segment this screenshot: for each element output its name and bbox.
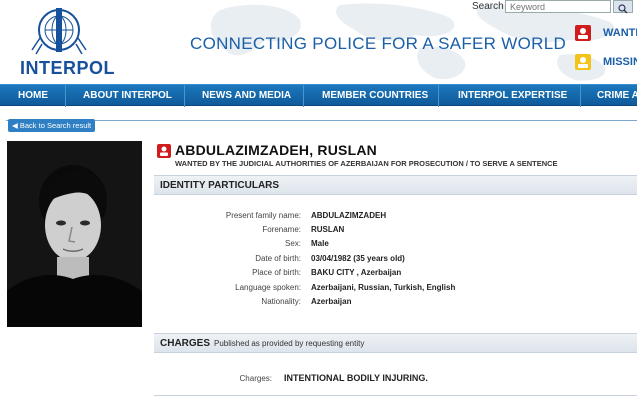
particular-label: Present family name: (225, 211, 301, 220)
portrait-image (7, 141, 142, 327)
site-slogan: CONNECTING POLICE FOR A SAFER WORLD (190, 34, 567, 53)
particular-value: Azerbaijani, Russian, Turkish, English (311, 283, 456, 292)
logo-wordmark[interactable]: INTERPOL (20, 58, 115, 79)
search-icon (618, 4, 628, 14)
charges-value: INTENTIONAL BODILY INJURING. (284, 373, 428, 383)
wanted-person-name: ABDULAZIMZADEH, RUSLAN (175, 142, 377, 158)
charges-row: Charges: INTENTIONAL BODILY INJURING. (154, 373, 637, 388)
particular-label: Place of birth: (252, 268, 301, 277)
identity-section-title: IDENTITY PARTICULARS (160, 180, 280, 191)
charges-section-subtitle: Published as provided by requesting enti… (214, 339, 365, 348)
main-navigation: HOME ABOUT INTERPOL NEWS AND MEDIA MEMBE… (0, 84, 637, 107)
notice-content: ◀ Back to Search result ABDULAZIMZADEH, … (0, 107, 637, 400)
search-label: Search : (472, 1, 510, 12)
particular-row: Present family name: ABDULAZIMZADEH (154, 211, 637, 225)
missing-icon (575, 54, 591, 70)
nav-divider (303, 85, 304, 107)
back-to-search-button[interactable]: ◀ Back to Search result (8, 119, 96, 132)
particular-row: Place of birth: BAKU CITY , Azerbaijan (154, 268, 637, 282)
missing-link[interactable]: MISSING (575, 52, 637, 72)
wanted-link[interactable]: WANTED (575, 23, 637, 43)
nav-divider (65, 85, 66, 107)
nav-news-and-media[interactable]: NEWS AND MEDIA (202, 90, 291, 101)
nav-home[interactable]: HOME (18, 90, 48, 101)
nav-interpol-expertise[interactable]: INTERPOL EXPERTISE (458, 90, 567, 101)
particular-row: Nationality: Azerbaijan (154, 297, 637, 311)
nav-crime-areas[interactable]: CRIME AREAS (597, 90, 637, 101)
particular-value: 03/04/1982 (35 years old) (311, 254, 405, 263)
charges-section-header: CHARGES Published as provided by request… (154, 333, 637, 353)
divider (154, 395, 637, 396)
back-to-search-label: Back to Search result (19, 121, 92, 130)
search-button[interactable] (613, 0, 633, 14)
charges-section-title: CHARGES (160, 338, 211, 349)
back-arrow-icon: ◀ (12, 121, 20, 130)
charges-label: Charges: (239, 374, 272, 383)
missing-link-label: MISSING (603, 56, 637, 68)
particular-label: Nationality: (261, 297, 301, 306)
red-notice-icon (157, 144, 171, 158)
nav-about-interpol[interactable]: ABOUT INTERPOL (83, 90, 172, 101)
wanted-link-label: WANTED (603, 27, 637, 39)
particular-value: ABDULAZIMZADEH (311, 211, 387, 220)
particular-row: Sex: Male (154, 239, 637, 253)
wanted-icon (575, 25, 591, 41)
particular-label: Date of birth: (255, 254, 301, 263)
particular-row: Language spoken: Azerbaijani, Russian, T… (154, 283, 637, 297)
particular-row: Date of birth: 03/04/1982 (35 years old) (154, 254, 637, 268)
back-bar: ◀ Back to Search result (0, 119, 150, 133)
particular-value: BAKU CITY , Azerbaijan (311, 268, 402, 277)
wanted-person-photo (7, 141, 142, 327)
particular-value: RUSLAN (311, 225, 345, 234)
particular-row: Forename: RUSLAN (154, 225, 637, 239)
particular-label: Language spoken: (235, 283, 301, 292)
nav-member-countries[interactable]: MEMBER COUNTRIES (322, 90, 428, 101)
search-input[interactable] (505, 0, 611, 13)
nav-divider (580, 85, 581, 107)
nav-divider (438, 85, 439, 107)
nav-divider (184, 85, 185, 107)
particular-value: Male (311, 239, 329, 248)
wanted-by-line: WANTED BY THE JUDICIAL AUTHORITIES OF AZ… (175, 159, 558, 168)
site-header: INTERPOL CONNECTING POLICE FOR A SAFER W… (0, 0, 637, 84)
particular-label: Sex: (284, 239, 301, 248)
particular-value: Azerbaijan (311, 297, 352, 306)
identity-section-header: IDENTITY PARTICULARS (154, 175, 637, 195)
particular-label: Forename: (262, 225, 301, 234)
